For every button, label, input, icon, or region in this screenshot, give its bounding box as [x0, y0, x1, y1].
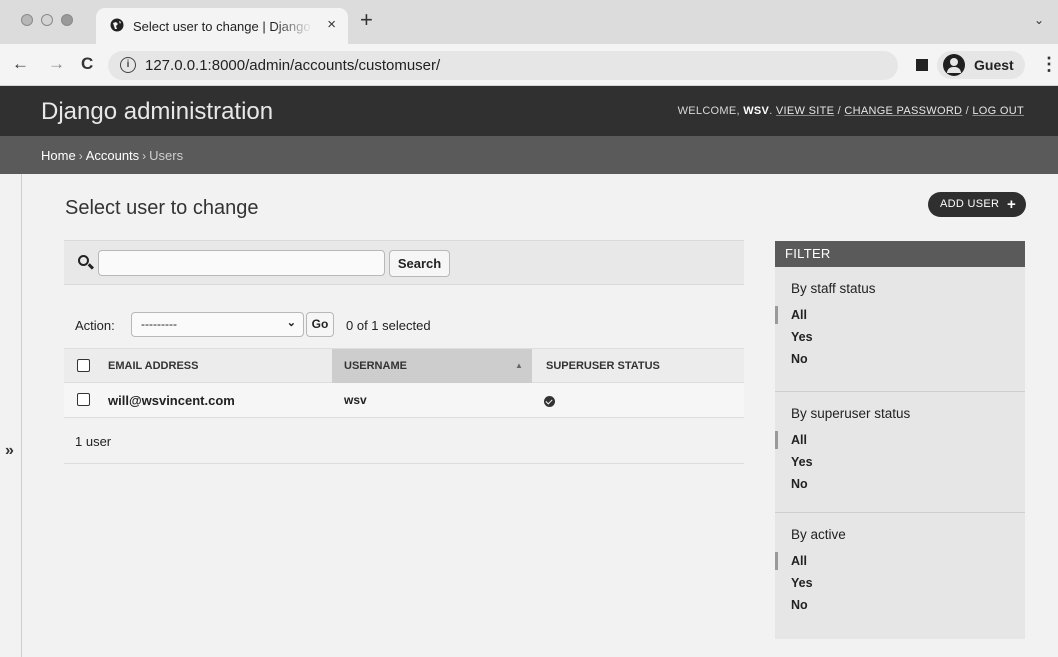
breadcrumb: Home › Accounts › Users: [0, 136, 1058, 174]
filter-option-all[interactable]: All: [775, 429, 1025, 451]
search-icon: [78, 255, 89, 266]
nav-sidebar-collapsed: »: [0, 174, 22, 657]
breadcrumb-current: Users: [149, 148, 184, 163]
new-tab-icon[interactable]: +: [360, 9, 373, 31]
column-header-superuser[interactable]: SUPERUSER STATUS: [534, 349, 660, 383]
column-header-email[interactable]: EMAIL ADDRESS: [108, 349, 198, 383]
user-tools-separator: /: [962, 105, 973, 117]
globe-favicon-icon: [110, 18, 124, 32]
action-label: Action:: [75, 318, 115, 333]
plus-icon: +: [1006, 196, 1016, 213]
admin-header: Django administration WELCOME, WSV. VIEW…: [0, 86, 1058, 136]
results-table: EMAIL ADDRESS USERNAME ▲ SUPERUSER STATU…: [64, 348, 744, 418]
filter-group-title: By staff status: [791, 281, 876, 296]
tab-title: Select user to change | Django site admi…: [133, 19, 313, 34]
user-tools-period: .: [769, 105, 773, 117]
changelist-filter: FILTER By staff status All Yes No By sup…: [775, 241, 1025, 639]
action-selected-value: ---------: [141, 317, 177, 331]
table-row: will@wsvincent.com wsv: [64, 383, 744, 418]
browser-tab[interactable]: Select user to change | Django site admi…: [96, 8, 348, 44]
current-username: WSV: [743, 105, 770, 117]
cell-username: wsv: [344, 393, 367, 407]
back-icon[interactable]: ←: [12, 55, 29, 73]
browser-toolbar: ← → C i 127.0.0.1:8000/admin/accounts/cu…: [0, 44, 1058, 86]
search-toolbar: Search: [64, 240, 744, 285]
view-site-link[interactable]: VIEW SITE: [776, 105, 834, 117]
add-user-button[interactable]: ADD USER +: [928, 192, 1026, 217]
paginator: 1 user: [64, 418, 744, 464]
address-bar[interactable]: i 127.0.0.1:8000/admin/accounts/customus…: [108, 51, 898, 80]
filter-group-staff: By staff status All Yes No: [775, 267, 1025, 392]
add-user-label: ADD USER: [940, 198, 1000, 210]
cell-email-link[interactable]: will@wsvincent.com: [108, 393, 235, 408]
browser-menu-icon[interactable]: ⋮: [1040, 54, 1058, 75]
browser-tab-bar: Select user to change | Django site admi…: [0, 0, 1058, 44]
go-button[interactable]: Go: [306, 312, 334, 337]
log-out-link[interactable]: LOG OUT: [972, 105, 1024, 117]
page-title: Select user to change: [65, 197, 259, 219]
tab-list-icon[interactable]: ⌄: [1034, 13, 1044, 27]
filter-option-yes[interactable]: Yes: [775, 451, 1025, 473]
filter-option-no[interactable]: No: [775, 348, 1025, 370]
yes-check-icon: [544, 396, 555, 407]
filter-group-title: By active: [791, 527, 846, 542]
breadcrumb-separator: ›: [78, 149, 83, 163]
site-branding[interactable]: Django administration: [41, 98, 273, 126]
chevron-down-icon: ⌄: [286, 317, 296, 329]
filter-option-all[interactable]: All: [775, 550, 1025, 572]
select-all-checkbox[interactable]: [77, 359, 90, 372]
table-header: EMAIL ADDRESS USERNAME ▲ SUPERUSER STATU…: [64, 348, 744, 383]
column-header-username-label: USERNAME: [344, 360, 407, 372]
side-panel-icon[interactable]: [916, 59, 928, 71]
welcome-text: WELCOME,: [677, 105, 740, 117]
column-header-username[interactable]: USERNAME ▲: [332, 349, 532, 383]
avatar-icon: [943, 54, 965, 76]
filter-option-all[interactable]: All: [775, 304, 1025, 326]
filter-group-title: By superuser status: [791, 406, 911, 421]
profile-label: Guest: [974, 57, 1014, 73]
action-counter: 0 of 1 selected: [346, 318, 431, 333]
user-tools-separator: /: [834, 105, 845, 117]
change-password-link[interactable]: CHANGE PASSWORD: [844, 105, 962, 117]
filter-option-yes[interactable]: Yes: [775, 326, 1025, 348]
forward-icon[interactable]: →: [48, 55, 65, 73]
user-tools: WELCOME, WSV. VIEW SITE / CHANGE PASSWOR…: [678, 105, 1024, 117]
filter-option-no[interactable]: No: [775, 473, 1025, 495]
breadcrumb-home-link[interactable]: Home: [41, 148, 76, 163]
window-zoom-button[interactable]: [61, 14, 73, 26]
search-input[interactable]: [98, 250, 385, 276]
toggle-nav-sidebar-icon[interactable]: »: [5, 442, 14, 460]
row-checkbox[interactable]: [77, 393, 90, 406]
url-text[interactable]: 127.0.0.1:8000/admin/accounts/customuser…: [145, 57, 440, 74]
filter-option-no[interactable]: No: [775, 594, 1025, 616]
sort-ascending-icon[interactable]: ▲: [515, 349, 523, 383]
action-select[interactable]: --------- ⌄: [131, 312, 304, 337]
actions-bar: Action: --------- ⌄ Go 0 of 1 selected: [64, 308, 744, 346]
filter-title: FILTER: [775, 241, 1025, 267]
profile-button[interactable]: Guest: [937, 51, 1025, 79]
reload-icon[interactable]: C: [81, 55, 93, 73]
filter-group-superuser: By superuser status All Yes No: [775, 392, 1025, 513]
filter-option-yes[interactable]: Yes: [775, 572, 1025, 594]
window-minimize-button[interactable]: [41, 14, 53, 26]
site-info-icon[interactable]: i: [120, 57, 136, 73]
filter-group-active: By active All Yes No: [775, 513, 1025, 633]
search-button[interactable]: Search: [389, 250, 450, 277]
window-close-button[interactable]: [21, 14, 33, 26]
tab-close-icon[interactable]: ×: [327, 16, 336, 33]
breadcrumb-separator: ›: [142, 149, 147, 163]
breadcrumb-accounts-link[interactable]: Accounts: [86, 148, 139, 163]
cell-superuser: [544, 395, 555, 410]
